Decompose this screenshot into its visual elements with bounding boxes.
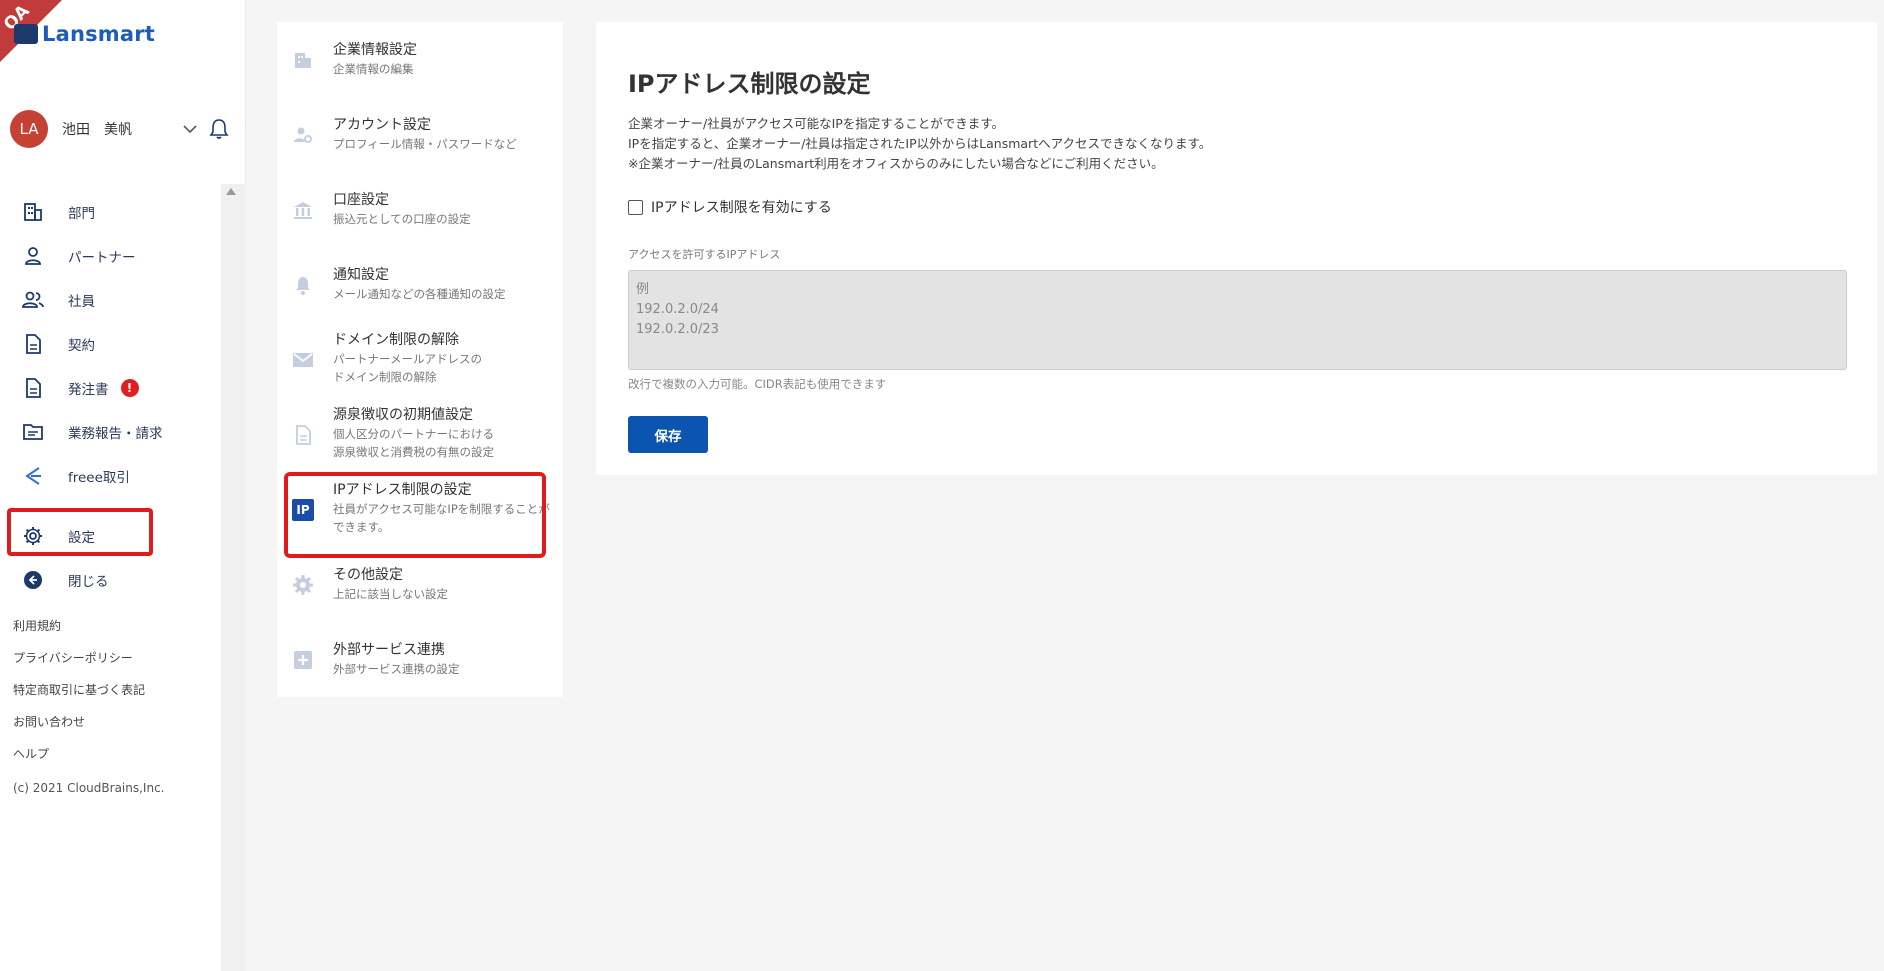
sidebar-item-label: 発注書 bbox=[68, 382, 109, 398]
sidebar-item-freee[interactable]: freee取引 bbox=[20, 456, 210, 496]
sidebar-item-label: 部門 bbox=[68, 206, 95, 222]
save-button[interactable]: 保存 bbox=[628, 416, 708, 453]
footer-links: 利用規約 プライバシーポリシー 特定商取引に基づく表記 お問い合わせ ヘルプ bbox=[13, 618, 145, 778]
user-menu[interactable]: LA 池田 美帆 bbox=[10, 109, 232, 149]
settings-item-desc: メール通知などの各種通知の設定 bbox=[333, 287, 506, 301]
document-icon bbox=[291, 423, 315, 447]
settings-item-desc: 個人区分のパートナーにおける 源泉徴収と消費税の有無の設定 bbox=[333, 427, 494, 459]
settings-item-other[interactable]: その他設定 上記に該当しない設定 bbox=[277, 565, 563, 627]
sidebar-item-label: 業務報告・請求 bbox=[68, 426, 163, 442]
footer-link-help[interactable]: ヘルプ bbox=[13, 746, 145, 778]
footer-link-privacy[interactable]: プライバシーポリシー bbox=[13, 650, 145, 682]
sidebar: QA Lansmart LA 池田 美帆 部門 パートナー 社員 契約 発注書 … bbox=[0, 0, 246, 971]
avatar: LA bbox=[10, 110, 48, 148]
settings-item-title: アカウント設定 bbox=[333, 117, 431, 133]
settings-item-title: 外部サービス連携 bbox=[333, 642, 445, 658]
sidebar-item-close[interactable]: 閉じる bbox=[20, 560, 210, 600]
allowed-ip-label: アクセスを許可するIPアドレス bbox=[628, 248, 781, 261]
user-name: 池田 美帆 bbox=[62, 122, 132, 138]
sidebar-item-purchase-orders[interactable]: 発注書 ! bbox=[20, 368, 210, 408]
settings-menu: 企業情報設定 企業情報の編集 アカウント設定 プロフィール情報・パスワードなど … bbox=[277, 22, 563, 697]
document-icon bbox=[20, 331, 46, 357]
settings-item-desc: パートナーメールアドレスの ドメイン制限の解除 bbox=[333, 352, 483, 384]
user-gear-icon bbox=[291, 123, 315, 147]
settings-item-account[interactable]: アカウント設定 プロフィール情報・パスワードなど bbox=[277, 115, 563, 177]
settings-item-title: その他設定 bbox=[333, 567, 403, 583]
settings-item-desc: 振込元としての口座の設定 bbox=[333, 212, 471, 226]
enable-ip-restriction-row[interactable]: IPアドレス制限を有効にする bbox=[628, 197, 832, 217]
gear-icon bbox=[291, 573, 315, 597]
description-line: ※企業オーナー/社員のLansmart利用をオフィスからのみにしたい場合などにご… bbox=[628, 156, 1164, 171]
sidebar-item-reports[interactable]: 業務報告・請求 bbox=[20, 412, 210, 452]
settings-item-title: 口座設定 bbox=[333, 192, 389, 208]
sidebar-item-label: パートナー bbox=[68, 250, 136, 266]
settings-item-title: 通知設定 bbox=[333, 267, 389, 283]
ip-restriction-panel: IPアドレス制限の設定 企業オーナー/社員がアクセス可能なIPを指定することがで… bbox=[596, 22, 1877, 475]
settings-item-title: ドメイン制限の解除 bbox=[333, 332, 459, 348]
page-description: 企業オーナー/社員がアクセス可能なIPを指定することができます。 IPを指定する… bbox=[628, 114, 1211, 174]
page-title: IPアドレス制限の設定 bbox=[628, 70, 871, 98]
plus-square-icon bbox=[291, 648, 315, 672]
settings-item-desc: 上記に該当しない設定 bbox=[333, 587, 448, 601]
enable-ip-restriction-checkbox[interactable] bbox=[628, 199, 643, 215]
copyright: (c) 2021 CloudBrains,Inc. bbox=[13, 781, 165, 795]
alert-badge: ! bbox=[120, 379, 139, 397]
footer-link-commerce-law[interactable]: 特定商取引に基づく表記 bbox=[13, 682, 145, 714]
sidebar-scrollbar[interactable] bbox=[221, 184, 246, 971]
settings-item-title: 企業情報設定 bbox=[333, 42, 417, 58]
sidebar-item-label: 社員 bbox=[68, 294, 95, 310]
settings-item-company[interactable]: 企業情報設定 企業情報の編集 bbox=[277, 40, 563, 102]
app-logo[interactable]: Lansmart bbox=[14, 22, 155, 46]
person-icon bbox=[20, 243, 46, 269]
sidebar-item-label: 閉じる bbox=[68, 574, 109, 590]
settings-item-external[interactable]: 外部サービス連携 外部サービス連携の設定 bbox=[277, 640, 563, 702]
building-icon bbox=[291, 48, 315, 72]
footer-link-contact[interactable]: お問い合わせ bbox=[13, 714, 145, 746]
logo-text: Lansmart bbox=[42, 22, 156, 46]
settings-item-title: 源泉徴収の初期値設定 bbox=[333, 407, 473, 423]
footer-link-terms[interactable]: 利用規約 bbox=[13, 618, 145, 650]
checkbox-label: IPアドレス制限を有効にする bbox=[651, 200, 832, 216]
input-hint: 改行で複数の入力可能。CIDR表記も使用できます bbox=[628, 377, 887, 391]
settings-item-desc: プロフィール情報・パスワードなど bbox=[333, 137, 517, 151]
mail-icon bbox=[291, 348, 315, 372]
people-icon bbox=[20, 287, 46, 313]
sidebar-item-label: 契約 bbox=[68, 338, 95, 354]
building-icon bbox=[20, 199, 46, 225]
ip-setting-highlight-box bbox=[284, 472, 546, 558]
bell-icon bbox=[291, 273, 315, 297]
settings-item-notifications[interactable]: 通知設定 メール通知などの各種通知の設定 bbox=[277, 265, 563, 327]
logo-mark-icon bbox=[14, 24, 38, 44]
settings-item-bank[interactable]: 口座設定 振込元としての口座の設定 bbox=[277, 190, 563, 252]
settings-highlight-box bbox=[7, 508, 153, 556]
back-circle-icon bbox=[20, 567, 46, 593]
settings-item-desc: 外部サービス連携の設定 bbox=[333, 662, 460, 676]
bank-icon bbox=[291, 198, 315, 222]
folder-icon bbox=[20, 419, 46, 445]
settings-item-withholding[interactable]: 源泉徴収の初期値設定 個人区分のパートナーにおける 源泉徴収と消費税の有無の設定 bbox=[277, 405, 563, 480]
settings-item-desc: 企業情報の編集 bbox=[333, 62, 414, 76]
freee-icon bbox=[20, 463, 46, 489]
sidebar-item-label: freee取引 bbox=[68, 470, 130, 486]
settings-item-domain[interactable]: ドメイン制限の解除 パートナーメールアドレスの ドメイン制限の解除 bbox=[277, 330, 563, 405]
chevron-down-icon[interactable] bbox=[180, 119, 200, 139]
sidebar-item-partners[interactable]: パートナー bbox=[20, 236, 210, 276]
document-icon bbox=[20, 375, 46, 401]
allowed-ip-textarea[interactable]: 例 192.0.2.0/24 192.0.2.0/23 bbox=[628, 270, 1847, 370]
notification-bell-icon[interactable] bbox=[206, 116, 232, 142]
sidebar-item-departments[interactable]: 部門 bbox=[20, 192, 210, 232]
scroll-up-arrow-icon[interactable] bbox=[226, 188, 236, 195]
description-line: IPを指定すると、企業オーナー/社員は指定されたIP以外からはLansmartへ… bbox=[628, 136, 1212, 151]
sidebar-item-contracts[interactable]: 契約 bbox=[20, 324, 210, 364]
description-line: 企業オーナー/社員がアクセス可能なIPを指定することができます。 bbox=[628, 116, 1005, 131]
sidebar-item-employees[interactable]: 社員 bbox=[20, 280, 210, 320]
